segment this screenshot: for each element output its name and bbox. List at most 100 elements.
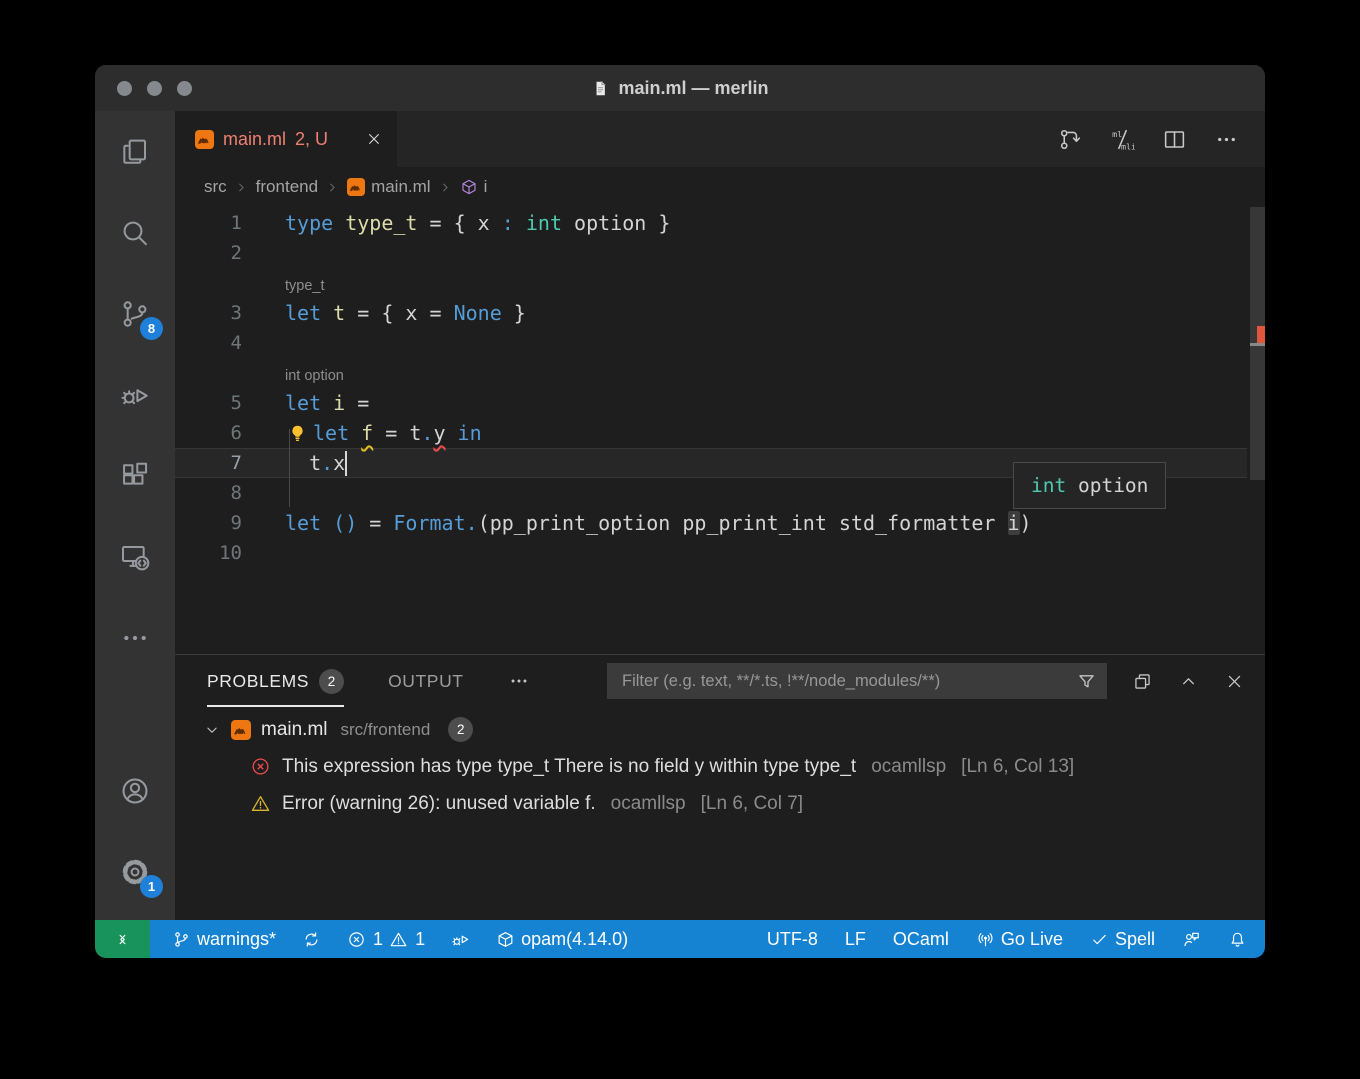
code-token: }	[502, 301, 526, 325]
status-problems-summary[interactable]: 11	[347, 929, 425, 950]
activity-item-extensions[interactable]	[95, 435, 175, 516]
activity-item-run-debug[interactable]	[95, 354, 175, 435]
line-number: 8	[175, 482, 285, 504]
panel-tab-problems[interactable]: PROBLEMS2	[207, 655, 344, 707]
code-token: = t	[373, 421, 421, 445]
error-circle-icon	[250, 756, 271, 777]
problem-row-error[interactable]: This expression has type type_t There is…	[175, 748, 1265, 785]
status-opam-switch[interactable]: opam(4.14.0)	[496, 929, 628, 950]
indent-guide	[289, 429, 290, 507]
breadcrumb-label: main.ml	[371, 177, 431, 197]
status-notifications[interactable]	[1228, 930, 1247, 949]
code-editor[interactable]: 1type type_t = { x : int option } 2 type_t…	[175, 207, 1265, 654]
codelens[interactable]: type_t	[175, 268, 1247, 298]
split-editor-button[interactable]	[1162, 127, 1187, 152]
code-line-6[interactable]: 6let f = t.y in	[175, 418, 1247, 448]
open-in-editor-icon[interactable]	[1132, 671, 1153, 692]
problem-location: [Ln 6, Col 7]	[701, 793, 803, 815]
status-encoding[interactable]: UTF-8	[767, 929, 818, 950]
activity-item-remote-explorer[interactable]	[95, 516, 175, 597]
code-token: =	[357, 511, 393, 535]
status-language-mode[interactable]: OCaml	[893, 929, 949, 950]
activity-item-settings[interactable]: 1	[95, 831, 175, 912]
activity-item-explorer[interactable]	[95, 111, 175, 192]
panel-header: PROBLEMS2 OUTPUT	[175, 655, 1265, 707]
codelens[interactable]: int option	[175, 358, 1247, 388]
more-icon	[1214, 127, 1239, 152]
problem-location: [Ln 6, Col 13]	[961, 756, 1074, 778]
panel-tab-output[interactable]: OUTPUT	[388, 655, 464, 707]
traffic-lights	[117, 81, 192, 96]
code-token	[333, 211, 345, 235]
code-line-10[interactable]: 10	[175, 538, 1247, 568]
chevron-down-icon[interactable]	[203, 721, 221, 739]
status-debug-console[interactable]	[451, 930, 470, 949]
broadcast-icon	[976, 930, 995, 949]
code-line-1[interactable]: 1type type_t = { x : int option }	[175, 208, 1247, 238]
filter-icon[interactable]	[1076, 671, 1097, 692]
problem-source: ocamllsp	[611, 793, 686, 815]
breadcrumb-item-main-ml[interactable]: main.ml	[347, 177, 431, 197]
breadcrumb-item-src[interactable]: src	[204, 177, 227, 197]
code-line-4[interactable]: 4	[175, 328, 1247, 358]
code-token: let	[285, 301, 321, 325]
code-token	[514, 211, 526, 235]
title-bar[interactable]: main.ml — merlin	[95, 65, 1265, 111]
status-feedback[interactable]	[1182, 930, 1201, 949]
code-token: x	[333, 451, 345, 475]
activity-item-search[interactable]	[95, 192, 175, 273]
tab-main-ml[interactable]: main.ml 2, U	[175, 111, 397, 167]
overview-ruler[interactable]	[1248, 207, 1265, 654]
status-label: Spell	[1115, 929, 1155, 950]
close-window-button[interactable]	[117, 81, 132, 96]
status-part: 1	[389, 929, 425, 950]
tab-close-icon[interactable]	[365, 130, 383, 148]
bell-icon	[1228, 930, 1247, 949]
activity-item-more[interactable]	[95, 597, 175, 678]
code-token: .	[321, 451, 333, 475]
code-line-3[interactable]: 3let t = { x = None }	[175, 298, 1247, 328]
check-icon	[1090, 930, 1109, 949]
code-token: y	[433, 421, 445, 445]
status-go-live[interactable]: Go Live	[976, 929, 1063, 950]
code-token: None	[454, 301, 502, 325]
close-panel-icon[interactable]	[1224, 671, 1245, 692]
tab-label: main.ml	[223, 129, 286, 150]
code-content: let f = t.y in	[285, 418, 1247, 448]
code-line-2[interactable]: 2	[175, 238, 1247, 268]
code-line-9[interactable]: 9let () = Format.(pp_print_option pp_pri…	[175, 508, 1247, 538]
ocaml-file-icon	[195, 130, 214, 149]
problem-row-warning[interactable]: Error (warning 26): unused variable f.oc…	[175, 785, 1265, 822]
problems-filter-input[interactable]	[620, 671, 1076, 692]
panel-tab-label: PROBLEMS	[207, 671, 309, 692]
code-content	[285, 328, 1247, 358]
status-eol[interactable]: LF	[845, 929, 866, 950]
code-token: )	[1020, 511, 1032, 535]
branch-icon	[172, 930, 191, 949]
open-changes-button[interactable]	[1058, 127, 1083, 152]
activity-item-source-control[interactable]: 8	[95, 273, 175, 354]
status-count: 1	[415, 929, 425, 950]
remote-indicator[interactable]	[95, 920, 150, 958]
zoom-window-button[interactable]	[177, 81, 192, 96]
ml-mli-switch-button[interactable]: mlmli	[1110, 127, 1135, 152]
breadcrumb-item-frontend[interactable]: frontend	[256, 177, 318, 197]
maximize-panel-icon[interactable]	[1178, 671, 1199, 692]
bulb-icon[interactable]	[287, 423, 308, 444]
code-line-5[interactable]: 5let i =	[175, 388, 1247, 418]
panel-more-icon[interactable]	[508, 670, 530, 692]
feedback-icon	[1182, 930, 1201, 949]
status-branch[interactable]: warnings*	[172, 929, 276, 950]
breadcrumb-item-i[interactable]: i	[460, 177, 488, 197]
more-actions-button[interactable]	[1214, 127, 1239, 152]
error-circle-icon	[347, 930, 366, 949]
problem-message: This expression has type type_t There is…	[282, 756, 856, 778]
minimize-window-button[interactable]	[147, 81, 162, 96]
breadcrumb-label: src	[204, 177, 227, 197]
activity-item-account[interactable]	[95, 750, 175, 831]
code-token: i	[1008, 511, 1020, 535]
status-sync[interactable]	[302, 930, 321, 949]
problems-file-row[interactable]: main.mlsrc/frontend2	[175, 711, 1265, 748]
line-number: 2	[175, 242, 285, 264]
status-spell[interactable]: Spell	[1090, 929, 1155, 950]
